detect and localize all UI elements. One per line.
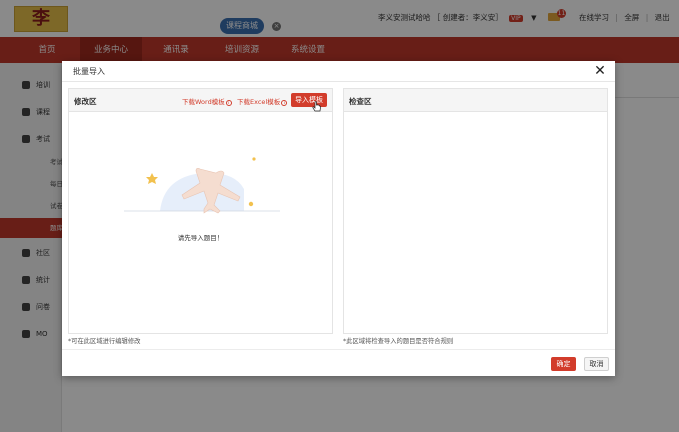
confirm-button[interactable]: 确定: [551, 357, 576, 371]
empty-state-text: 请先导入题目！: [177, 234, 224, 242]
close-icon[interactable]: ✕: [593, 64, 607, 78]
info-icon: i: [225, 100, 232, 106]
check-panel-header: 检查区: [344, 89, 607, 112]
hand-cursor-icon: [312, 101, 321, 112]
edit-hint-text: *可在此区域进行编辑修改: [68, 338, 141, 345]
download-word-template-link[interactable]: 下载Word模板 i: [182, 96, 232, 106]
cancel-button[interactable]: 取消: [584, 357, 609, 371]
check-panel: 检查区: [343, 88, 608, 334]
check-panel-title: 检查区: [349, 97, 372, 106]
download-word-label: 下载Word模板: [182, 98, 225, 106]
dialog-header: 批量导入 ✕: [62, 61, 615, 82]
dialog-footer: 确定 取消: [62, 349, 615, 376]
info-icon: i: [281, 100, 288, 106]
edit-panel-title: 修改区: [74, 97, 97, 106]
batch-import-dialog: 批量导入 ✕ 修改区 下载Word模板 i 下载Excel模板 i 导入模板 请先导: [62, 61, 615, 376]
edit-panel: 修改区 下载Word模板 i 下载Excel模板 i 导入模板 请先导入题目！: [68, 88, 333, 334]
check-hint-text: *此区域将检查导入的题目是否符合规则: [343, 338, 454, 345]
dialog-title: 批量导入: [73, 67, 105, 76]
airplane-illustration: [124, 157, 280, 214]
download-excel-label: 下载Excel模板: [237, 98, 281, 106]
edit-panel-header: 修改区 下载Word模板 i 下载Excel模板 i 导入模板: [69, 89, 332, 112]
download-excel-template-link[interactable]: 下载Excel模板 i: [237, 96, 288, 106]
